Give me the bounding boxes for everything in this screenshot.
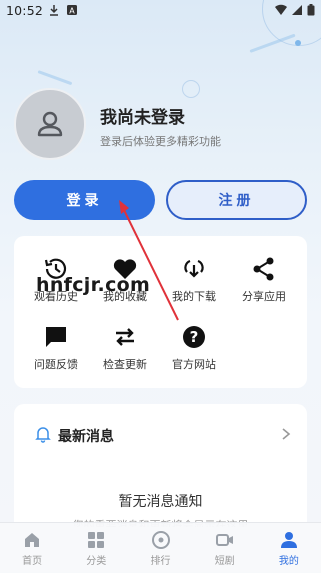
decorative-dot (295, 40, 301, 46)
decorative-circle (182, 80, 200, 98)
update-icon (116, 328, 134, 346)
avatar[interactable] (14, 88, 86, 160)
grid-icon (88, 531, 105, 548)
rank-icon (151, 530, 170, 549)
video-icon (215, 533, 233, 546)
login-button[interactable]: 登录 (14, 180, 155, 220)
profile-title: 我尚未登录 (100, 108, 185, 128)
nav-mine-label: 我的 (278, 555, 299, 567)
status-indicators (275, 4, 315, 16)
downloads-label: 我的下载 (172, 290, 216, 303)
wifi-icon (275, 4, 287, 15)
download-status-icon (50, 5, 58, 16)
nav-home[interactable]: 首页 (0, 523, 64, 573)
nav-category[interactable]: 分类 (64, 523, 128, 573)
bell-icon (35, 427, 51, 443)
home-icon (25, 532, 40, 547)
download-icon (184, 259, 204, 278)
person-icon (37, 111, 63, 137)
chevron-right-icon[interactable] (280, 427, 292, 441)
profile-subtitle: 登录后体验更多精彩功能 (100, 135, 221, 148)
nav-home-label: 首页 (22, 555, 43, 567)
bottom-nav: 首页 分类 排行 短剧 我的 (0, 522, 321, 573)
official-site-item[interactable]: ? 官方网站 (164, 324, 224, 372)
feedback-label: 问题反馈 (34, 358, 78, 371)
share-icon (253, 257, 274, 281)
nav-rank-label: 排行 (150, 555, 171, 567)
watermark-text: hnfcjr.com (36, 274, 151, 296)
feedback-item[interactable]: 问题反馈 (26, 324, 86, 372)
downloads-item[interactable]: 我的下载 (164, 256, 224, 304)
svg-text:?: ? (190, 328, 199, 346)
official-site-label: 官方网站 (172, 358, 216, 371)
decorative-line (37, 70, 73, 86)
nav-shorts[interactable]: 短剧 (193, 523, 257, 573)
check-update-label: 检查更新 (103, 358, 147, 371)
nav-mine[interactable]: 我的 (257, 523, 321, 573)
messages-empty-text: 暂无消息通知 (118, 494, 203, 510)
status-bar: 10:52 A (0, 0, 321, 22)
check-update-item[interactable]: 检查更新 (95, 324, 155, 372)
battery-icon (307, 4, 315, 16)
share-app-label: 分享应用 (242, 290, 286, 303)
nav-shorts-label: 短剧 (214, 555, 235, 567)
register-button[interactable]: 注册 (166, 180, 307, 220)
messages-title: 最新消息 (58, 429, 114, 445)
nav-category-label: 分类 (86, 555, 107, 567)
notification-a-icon: A (67, 5, 77, 16)
signal-icon (292, 5, 302, 15)
help-icon: ? (183, 326, 205, 348)
message-card (14, 404, 307, 534)
nav-rank[interactable]: 排行 (128, 523, 192, 573)
share-app-item[interactable]: 分享应用 (234, 256, 294, 304)
status-time: 10:52 (6, 3, 44, 18)
person-icon (280, 531, 297, 548)
svg-text:A: A (69, 7, 75, 16)
feedback-icon (46, 327, 66, 347)
